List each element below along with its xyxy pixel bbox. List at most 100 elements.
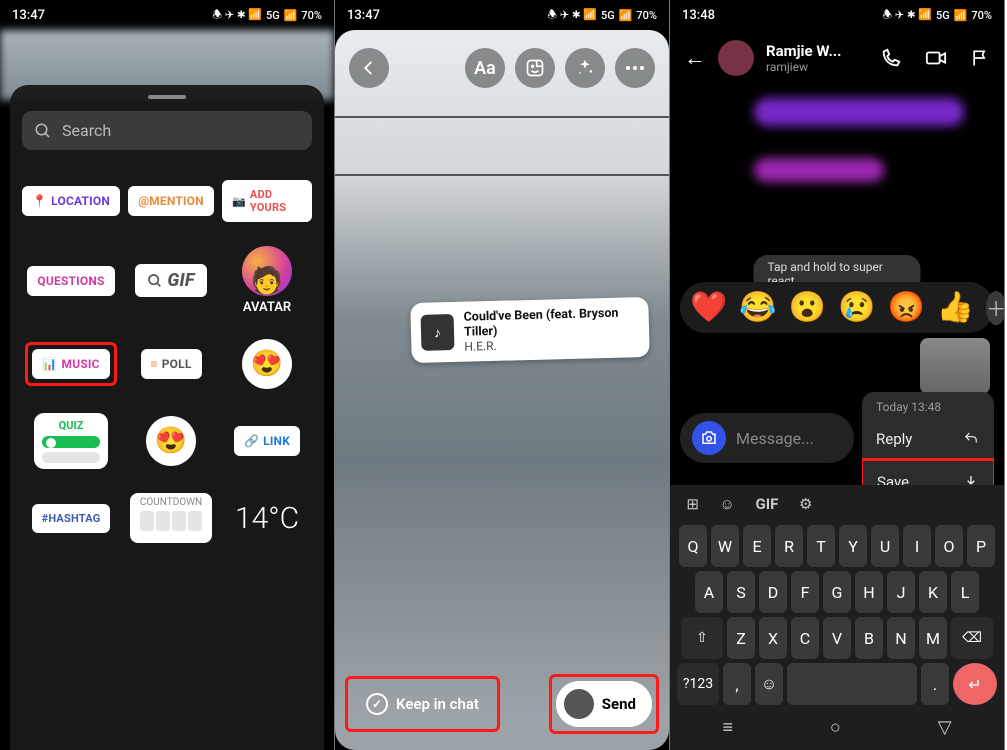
screen-chat-context: 13:48 🕭 ✈ ✱ 📶 5G📶70% ← Ramjie W... ramji… [670, 0, 1005, 750]
send-button[interactable]: Send [556, 681, 652, 727]
reaction-thumbsup[interactable]: 👍 [937, 290, 974, 325]
key-p[interactable]: P [967, 525, 995, 567]
sticker-poll[interactable]: ≡POLL [141, 349, 202, 379]
message-bubble[interactable] [754, 98, 964, 126]
key-emoji[interactable]: ☺ [755, 663, 783, 705]
reaction-sad[interactable]: 😢 [838, 290, 875, 325]
kbd-gif[interactable]: GIF [755, 495, 778, 513]
key-w[interactable]: W [711, 525, 739, 567]
key-x[interactable]: X [759, 617, 787, 659]
key-f[interactable]: F [791, 571, 819, 613]
reaction-angry[interactable]: 😡 [887, 290, 924, 325]
camera-button[interactable] [692, 421, 726, 455]
pin-icon: 📍 [32, 194, 47, 208]
key-space[interactable] [787, 663, 917, 705]
key-u[interactable]: U [871, 525, 899, 567]
key-d[interactable]: D [759, 571, 787, 613]
sticker-temperature[interactable]: 14°C [235, 501, 299, 536]
text-tool-button[interactable]: Aa [465, 48, 505, 88]
key-m[interactable]: M [919, 617, 947, 659]
effects-button[interactable] [565, 48, 605, 88]
sticker-avatar[interactable]: 🧑 AVATAR [242, 246, 292, 315]
sticker-heart-eyes[interactable]: 😍 [242, 339, 292, 389]
video-call-button[interactable] [924, 47, 948, 69]
key-y[interactable]: Y [839, 525, 867, 567]
key-period[interactable]: . [921, 663, 949, 705]
nav-back[interactable]: ▽ [938, 717, 952, 738]
key-o[interactable]: O [935, 525, 963, 567]
key-e[interactable]: E [743, 525, 771, 567]
key-j[interactable]: J [887, 571, 915, 613]
song-title: Could've Been (feat. Bryson Tiller) [463, 305, 639, 340]
music-sticker[interactable]: ♪ Could've Been (feat. Bryson Tiller) H.… [410, 297, 649, 363]
key-b[interactable]: B [855, 617, 883, 659]
key-comma[interactable]: , [723, 663, 751, 705]
key-r[interactable]: R [775, 525, 803, 567]
sticker-hashtag[interactable]: #HASHTAG [32, 504, 111, 533]
sticker-countdown[interactable]: COUNTDOWN [130, 493, 212, 543]
status-bar: 13:47 🕭 ✈ ✱ 📶 5G📶70% [0, 0, 334, 30]
keep-in-chat-button[interactable]: ✓ Keep in chat [352, 683, 493, 725]
sticker-addyours[interactable]: 📷ADD YOURS [222, 180, 312, 222]
flag-button[interactable] [970, 47, 990, 69]
key-s[interactable]: S [727, 571, 755, 613]
message-bubble[interactable] [716, 188, 866, 208]
sticker-quiz[interactable]: QUIZ [34, 413, 108, 469]
key-g[interactable]: G [823, 571, 851, 613]
reaction-laugh[interactable]: 😂 [739, 290, 776, 325]
menu-reply[interactable]: Reply [862, 418, 994, 460]
key-h[interactable]: H [855, 571, 883, 613]
kbd-settings-icon[interactable]: ⚙ [799, 495, 812, 513]
search-input[interactable]: Search [22, 111, 312, 150]
key-enter[interactable]: ↵ [953, 663, 997, 705]
flag-icon [970, 47, 990, 69]
back-button[interactable] [349, 48, 389, 88]
sticker-mention[interactable]: @MENTION [128, 186, 214, 216]
sticker-music[interactable]: 📊MUSIC [32, 349, 109, 379]
message-meta [744, 132, 844, 152]
highlight-keep: ✓ Keep in chat [345, 676, 500, 732]
status-bar: 13:47 🕭 ✈ ✱ 📶 5G📶70% [335, 0, 669, 30]
kbd-grid-icon[interactable]: ⊞ [686, 495, 699, 513]
key-z[interactable]: Z [727, 617, 755, 659]
avatar-icon: 🧑 [242, 246, 292, 296]
sticker-heart-eyes-2[interactable]: 😍 [146, 416, 196, 466]
key-n[interactable]: N [887, 617, 915, 659]
contact-names[interactable]: Ramjie W... ramjiew [766, 42, 868, 74]
kbd-sticker-icon[interactable]: ☺ [720, 495, 735, 513]
key-v[interactable]: V [823, 617, 851, 659]
drag-handle[interactable] [148, 95, 186, 99]
phone-icon [880, 47, 902, 69]
sticker-questions[interactable]: QUESTIONS [27, 266, 114, 296]
nav-home[interactable]: ○ [830, 717, 841, 738]
story-canvas[interactable] [335, 30, 669, 750]
reaction-more[interactable]: ＋ [986, 291, 1005, 325]
sticker-link[interactable]: 🔗LINK [234, 426, 300, 456]
camera-icon [700, 429, 718, 447]
reaction-wow[interactable]: 😮 [789, 290, 826, 325]
key-a[interactable]: A [695, 571, 723, 613]
screen-sticker-picker: 13:47 🕭 ✈ ✱ 📶 5G📶70% Search 📍LOCATION @M… [0, 0, 335, 750]
key-t[interactable]: T [807, 525, 835, 567]
key-shift[interactable]: ⇧ [681, 617, 723, 659]
sticker-location[interactable]: 📍LOCATION [22, 186, 120, 216]
key-numbers[interactable]: ?123 [677, 663, 719, 705]
key-q[interactable]: Q [679, 525, 707, 567]
key-backspace[interactable]: ⌫ [951, 617, 993, 659]
reaction-heart[interactable]: ❤️ [690, 290, 727, 325]
sticker-tool-button[interactable] [515, 48, 555, 88]
key-c[interactable]: C [791, 617, 819, 659]
contact-avatar[interactable] [718, 40, 754, 76]
key-l[interactable]: L [951, 571, 979, 613]
key-i[interactable]: I [903, 525, 931, 567]
key-k[interactable]: K [919, 571, 947, 613]
search-placeholder: Search [62, 121, 111, 140]
message-compose[interactable]: Message... [680, 413, 854, 463]
sticker-gif[interactable]: GIF [135, 264, 206, 297]
more-button[interactable] [615, 48, 655, 88]
message-bubble[interactable] [754, 158, 884, 182]
back-button[interactable]: ← [684, 45, 706, 71]
nav-recent[interactable]: ≡ [722, 717, 733, 738]
selected-message-thumb[interactable] [920, 338, 990, 394]
call-button[interactable] [880, 47, 902, 69]
